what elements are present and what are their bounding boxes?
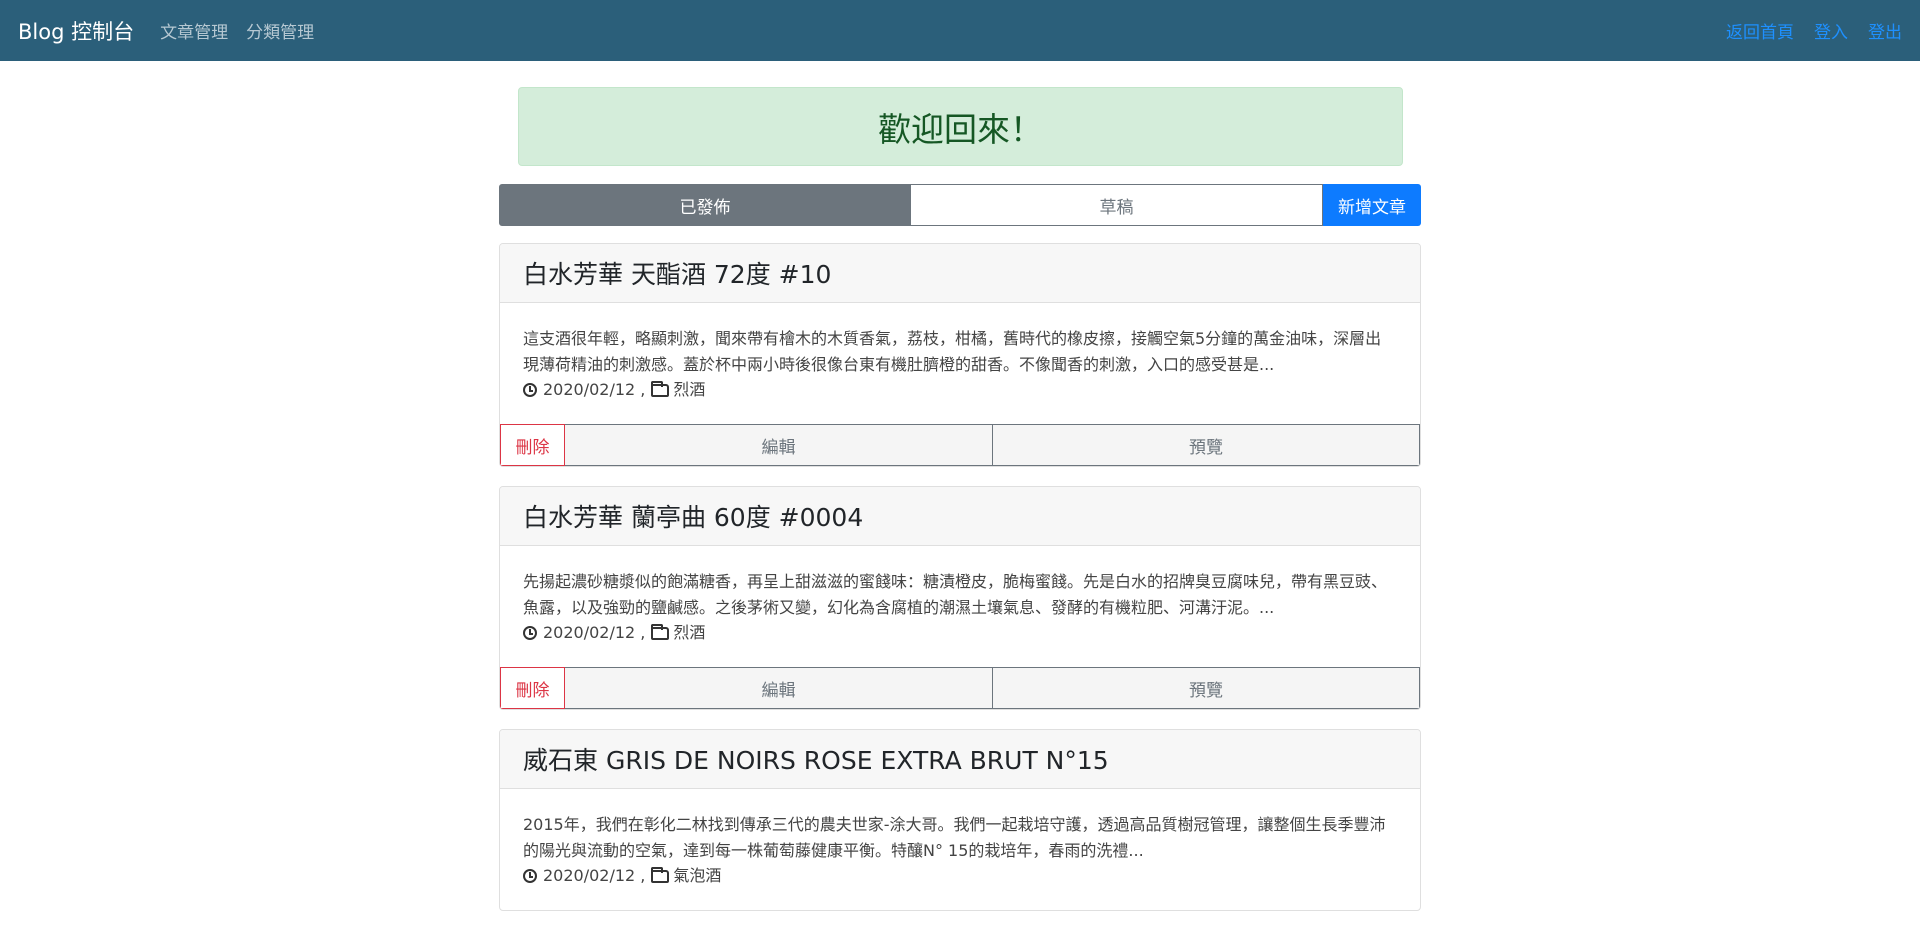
post-meta: 2020/02/12 , 氣泡酒 [523,864,1397,888]
clock-icon [523,869,537,883]
nav-link-home[interactable]: 返回首頁 [1726,18,1794,43]
post-title: 威石東 GRIS DE NOIRS ROSE EXTRA BRUT N°15 [500,730,1420,789]
post-card: 白水芳華 蘭亭曲 60度 #0004 先揚起濃砂糖漿似的飽滿糖香，再呈上甜滋滋的… [499,486,1421,710]
delete-button[interactable]: 刪除 [500,667,565,709]
post-excerpt: 2015年，我們在彰化二林找到傳承三代的農夫世家-涂大哥。我們一起栽培守護，透過… [523,815,1386,860]
nav-right-group: 返回首頁 登入 登出 [1706,18,1902,43]
new-post-button[interactable]: 新增文章 [1323,184,1421,226]
post-date: 2020/02/12 , [543,380,646,399]
welcome-alert: 歡迎回來！ [518,87,1403,166]
clock-icon [523,626,537,640]
nav-link-logout[interactable]: 登出 [1868,18,1902,43]
brand-logo[interactable]: Blog 控制台 [18,16,134,46]
clock-icon [523,383,537,397]
folder-icon [651,866,670,883]
post-title: 白水芳華 天酯酒 72度 #10 [500,244,1420,303]
post-date: 2020/02/12 , [543,623,646,642]
preview-button[interactable]: 預覽 [993,424,1420,466]
post-meta: 2020/02/12 , 烈酒 [523,378,1397,402]
post-body: 2015年，我們在彰化二林找到傳承三代的農夫世家-涂大哥。我們一起栽培守護，透過… [500,789,1420,910]
post-excerpt: 先揚起濃砂糖漿似的飽滿糖香，再呈上甜滋滋的蜜餞味：糖漬橙皮，脆梅蜜餞。先是白水的… [523,572,1388,617]
nav-link-login[interactable]: 登入 [1814,18,1848,43]
post-status-tabs: 已發佈 草稿 新增文章 [499,184,1421,226]
post-body: 先揚起濃砂糖漿似的飽滿糖香，再呈上甜滋滋的蜜餞味：糖漬橙皮，脆梅蜜餞。先是白水的… [500,546,1420,667]
tab-draft[interactable]: 草稿 [911,184,1323,226]
preview-button[interactable]: 預覽 [993,667,1420,709]
folder-icon [651,380,670,397]
edit-button[interactable]: 編輯 [565,667,993,709]
post-date: 2020/02/12 , [543,866,646,885]
nav-link-articles[interactable]: 文章管理 [160,18,228,43]
post-card: 白水芳華 天酯酒 72度 #10 這支酒很年輕，略顯刺激，聞來帶有檜木的木質香氣… [499,243,1421,467]
post-actions: 刪除 編輯 預覽 [500,424,1420,466]
post-actions: 刪除 編輯 預覽 [500,667,1420,709]
post-meta: 2020/02/12 , 烈酒 [523,621,1397,645]
tab-published[interactable]: 已發佈 [499,184,911,226]
post-category: 烈酒 [673,623,706,642]
post-card: 威石東 GRIS DE NOIRS ROSE EXTRA BRUT N°15 2… [499,729,1421,911]
folder-icon [651,623,670,640]
post-category: 烈酒 [673,380,706,399]
nav-link-categories[interactable]: 分類管理 [246,18,314,43]
post-excerpt: 這支酒很年輕，略顯刺激，聞來帶有檜木的木質香氣，荔枝，柑橘，舊時代的橡皮擦，接觸… [523,329,1382,374]
post-title: 白水芳華 蘭亭曲 60度 #0004 [500,487,1420,546]
top-navbar: Blog 控制台 文章管理 分類管理 返回首頁 登入 登出 [0,0,1920,61]
delete-button[interactable]: 刪除 [500,424,565,466]
edit-button[interactable]: 編輯 [565,424,993,466]
post-body: 這支酒很年輕，略顯刺激，聞來帶有檜木的木質香氣，荔枝，柑橘，舊時代的橡皮擦，接觸… [500,303,1420,424]
post-category: 氣泡酒 [673,866,722,885]
main-container: 歡迎回來！ 已發佈 草稿 新增文章 白水芳華 天酯酒 72度 #10 這支酒很年… [499,61,1421,930]
